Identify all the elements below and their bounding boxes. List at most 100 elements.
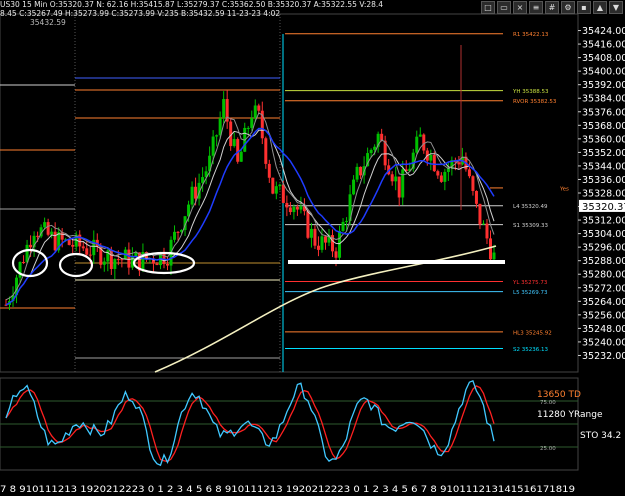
candle-body <box>334 251 338 258</box>
price-axis-label: 35256.00 <box>582 310 625 321</box>
lock-icon[interactable]: ▪ <box>577 1 591 14</box>
candle-body <box>211 136 215 156</box>
key-level-label: L4 35320.49 <box>513 204 548 210</box>
candle-body <box>492 252 496 260</box>
candle-body <box>102 261 106 265</box>
maximize-icon[interactable]: □ <box>481 1 495 14</box>
candle-body <box>81 246 85 249</box>
candle-body <box>116 259 120 261</box>
up-icon[interactable]: ▲ <box>593 1 607 14</box>
price-axis-label: 35264.00 <box>582 297 625 308</box>
candle-body <box>481 223 485 225</box>
candle-body <box>341 221 345 231</box>
candle-body <box>88 254 92 256</box>
candle-body <box>22 262 26 264</box>
restore-icon[interactable]: ▭ <box>497 1 511 14</box>
candle-body <box>316 245 320 250</box>
candle-body <box>390 174 394 182</box>
price-axis-label: 35384.00 <box>582 94 625 105</box>
price-axis-label: 35368.00 <box>582 121 625 132</box>
key-level-label: YL 35275.73 <box>512 280 548 286</box>
candle-body <box>429 154 433 161</box>
key-level-label: L5 35269.73 <box>513 290 548 296</box>
candle-body <box>71 244 75 247</box>
candle-body <box>338 230 342 258</box>
candle-body <box>355 166 359 180</box>
chart-toolbar: □ ▭ × ≡ # ⚙ ▪ ▲ ▼ <box>479 0 625 16</box>
candle-body <box>471 176 475 191</box>
candle-body <box>278 184 282 187</box>
candle-body <box>432 154 436 172</box>
candle-body <box>478 203 482 225</box>
close-icon[interactable]: × <box>513 1 527 14</box>
grid-icon[interactable]: # <box>545 1 559 14</box>
price-axis-label: 35344.00 <box>582 161 625 172</box>
price-axis-label: 35312.00 <box>582 216 625 227</box>
price-axis-label: 35352.00 <box>582 148 625 159</box>
candle-body <box>120 259 124 261</box>
osc-range-label: 11280 YRange <box>537 410 603 420</box>
candle-body <box>439 175 443 182</box>
candle-body <box>246 127 250 129</box>
candle-body <box>418 134 422 137</box>
candle-body <box>85 248 89 255</box>
price-axis-label: 35416.00 <box>582 40 625 51</box>
candle-body <box>236 139 240 162</box>
candle-body <box>285 202 289 208</box>
candle-body <box>127 249 131 268</box>
candle-body <box>288 207 292 213</box>
candle-body <box>292 206 296 213</box>
menu-icon[interactable]: ≡ <box>529 1 543 14</box>
candle-body <box>250 118 254 128</box>
candle-body <box>267 163 271 178</box>
last-price-label: 35320.37 <box>582 202 625 213</box>
annotation-ellipse <box>58 252 94 278</box>
candle-body <box>309 228 313 238</box>
candle-body <box>46 222 50 235</box>
candle-body <box>359 166 363 176</box>
candle-body <box>320 236 324 250</box>
candle-body <box>436 171 440 176</box>
price-axis-label: 35392.00 <box>582 80 625 91</box>
price-axis-label: 35248.00 <box>582 324 625 335</box>
key-level-label: S1 35309.33 <box>513 223 548 229</box>
key-level-label: Yes <box>559 186 569 192</box>
key-level-label: S2 35236.13 <box>513 347 548 353</box>
candle-body <box>113 259 117 269</box>
candle-body <box>271 177 275 194</box>
candle-body <box>299 206 303 210</box>
price-axis-label: 35336.00 <box>582 175 625 186</box>
price-axis-label: 35232.00 <box>582 351 625 362</box>
price-axis-label: 35304.00 <box>582 229 625 240</box>
price-axis-label: 35408.00 <box>582 53 625 64</box>
settings-icon[interactable]: ⚙ <box>561 1 575 14</box>
ma-fast-line <box>5 129 495 306</box>
candle-body <box>274 186 278 194</box>
candle-body <box>43 222 47 228</box>
key-level-label: R1 35422.13 <box>513 32 549 38</box>
header-line-2: 8.45 C:35267.49 H:35273.99 C:35273.99 V:… <box>0 9 281 18</box>
key-level-label: YH 35388.53 <box>512 89 549 95</box>
candle-body <box>176 231 180 233</box>
osc-level-75: 75.00 <box>540 400 556 406</box>
price-axis-label: 35240.00 <box>582 337 625 348</box>
candle-body <box>415 136 419 153</box>
ma-slow-line <box>154 245 497 373</box>
price-axis-label: 35296.00 <box>582 243 625 254</box>
price-axis-label: 35376.00 <box>582 107 625 118</box>
price-axis-label: 35328.00 <box>582 189 625 200</box>
candle-body <box>457 162 461 165</box>
key-level-label: RVOR 35382.53 <box>513 99 557 105</box>
candle-body <box>295 206 299 210</box>
candle-body <box>50 231 54 235</box>
candle-body <box>422 134 426 151</box>
price-chart[interactable]: R1 35422.13 YH 35388.53 RVOR 35382.53 Yes L4… <box>0 0 625 496</box>
candle-body <box>488 238 492 260</box>
price-axis-label: 35272.00 <box>582 283 625 294</box>
down-icon[interactable]: ▼ <box>609 1 623 14</box>
candle-body <box>257 105 261 111</box>
candle-body <box>165 264 169 266</box>
candles <box>4 90 496 311</box>
chart-header: US30 15 Min O:35320.37 N: 62.16 H:35415.… <box>0 0 383 27</box>
price-axis-label: 35360.00 <box>582 134 625 145</box>
